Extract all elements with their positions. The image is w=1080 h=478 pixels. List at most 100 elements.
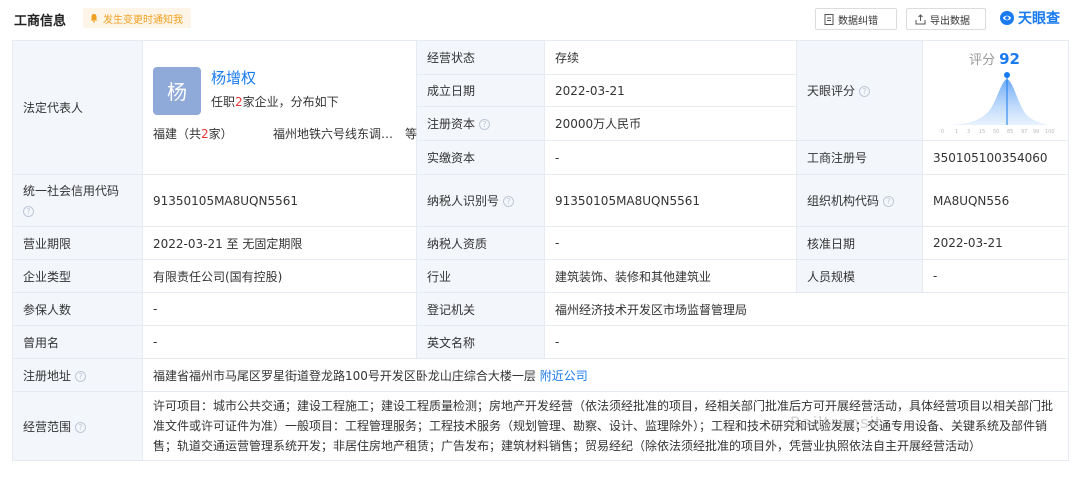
industry-label: 行业 (416, 259, 545, 293)
address-label-cell: 注册地址? (12, 358, 143, 392)
table-row: 曾用名 - 英文名称 - (12, 325, 1069, 359)
score-marker-dot (1004, 72, 1010, 78)
scope-label-cell: 经营范围? (12, 391, 143, 461)
address-cell: 福建省福州市马尾区罗星街道登龙路100号开发区卧龙山庄综合大楼一层 附近公司 (142, 358, 1069, 392)
term-label: 营业期限 (12, 226, 143, 260)
axis-tick: 100 (1045, 129, 1055, 135)
help-icon[interactable]: ? (75, 370, 87, 382)
data-correction-label: 数据纠错 (838, 15, 878, 27)
tianyancha-logo-icon (1000, 11, 1014, 25)
scope-value: 许可项目：城市公共交通；建设工程施工；建设工程质量检测；房地产开发经营（依法须经… (142, 391, 1069, 461)
estab-date-value: 2022-03-21 (544, 74, 797, 107)
legal-rep-province[interactable]: 福建（共2家） (153, 125, 233, 142)
org-code-label: 组织机构代码 (807, 194, 880, 208)
legal-rep-more[interactable]: 等 (405, 125, 417, 142)
axis-tick: 1 (955, 129, 958, 135)
score-curve (941, 79, 1053, 125)
credit-code-label-cell: 统一社会信用代码? (12, 174, 143, 227)
credit-code-value: 91350105MA8UQN5561 (142, 174, 417, 227)
legal-rep-label: 法定代表人 (12, 40, 143, 175)
business-info-table: 法定代表人 杨 杨增权 任职2家企业，分布如下 福建（共2家） 福州地铁六号线东… (12, 40, 1069, 461)
table-row: 法定代表人 杨 杨增权 任职2家企业，分布如下 福建（共2家） 福州地铁六号线东… (12, 40, 1069, 175)
province-suffix: 家） (208, 126, 233, 141)
axis-tick: 85 (1007, 129, 1013, 135)
help-icon[interactable]: ? (883, 196, 895, 207)
approve-date-label: 核准日期 (796, 226, 923, 260)
table-row: 参保人数 - 登记机关 福州经济技术开发区市场监督管理局 (12, 292, 1069, 326)
province-count: 2 (201, 126, 209, 141)
summary-count: 2 (235, 94, 243, 109)
insured-value: - (142, 292, 417, 326)
org-code-label-cell: 组织机构代码? (796, 174, 923, 227)
staff-size-label: 人员规模 (796, 259, 923, 293)
approve-date-value: 2022-03-21 (922, 226, 1069, 260)
estab-date-label: 成立日期 (416, 74, 545, 107)
score-label: 天眼评分 (807, 84, 856, 98)
insured-label: 参保人数 (12, 292, 143, 326)
summary-prefix: 任职 (211, 94, 236, 109)
taxpayer-id-value: 91350105MA8UQN5561 (544, 174, 797, 227)
reg-no-value: 350105100354060 (922, 140, 1069, 175)
help-icon[interactable]: ? (859, 86, 871, 97)
org-code-value: MA8UQN556 (922, 174, 1069, 227)
authority-label: 登记机关 (416, 292, 545, 326)
taxpayer-id-label: 纳税人识别号 (427, 194, 500, 208)
company-type-value: 有限责任公司(国有控股) (142, 259, 417, 293)
axis-tick: 3 (967, 129, 970, 135)
score-cell: 评分 92 0 1 3 15 50 85 97 99 100 (922, 40, 1069, 141)
english-name-label: 英文名称 (416, 325, 545, 359)
axis-tick: 0 (941, 129, 944, 135)
table-row: 注册地址? 福建省福州市马尾区罗星街道登龙路100号开发区卧龙山庄综合大楼一层 … (12, 358, 1069, 392)
export-icon (915, 13, 926, 24)
export-data-label: 导出数据 (930, 15, 970, 27)
province-prefix: 福建（共 (153, 126, 202, 141)
notify-toggle[interactable]: 发生变更时通知我 (83, 8, 191, 28)
bell-icon (90, 14, 98, 23)
score-axis: 0 1 3 15 50 85 97 99 100 (941, 129, 1055, 135)
english-name-value: - (544, 325, 1069, 359)
reg-capital-value: 20000万人民币 (544, 106, 797, 141)
score-distribution-chart: 0 1 3 15 50 85 97 99 100 (941, 72, 1055, 135)
staff-size-value: - (922, 259, 1069, 293)
paid-capital-label: 实缴资本 (416, 140, 545, 175)
help-icon[interactable]: ? (75, 421, 87, 433)
legal-rep-name[interactable]: 杨增权 (211, 67, 256, 88)
reg-capital-label: 注册资本 (427, 117, 476, 131)
section-title: 工商信息 (14, 14, 67, 29)
help-icon[interactable]: ? (479, 119, 491, 130)
table-row: 经营范围? 许可项目：城市公共交通；建设工程施工；建设工程质量检测；房地产开发经… (12, 391, 1069, 461)
taxpayer-qual-label: 纳税人资质 (416, 226, 545, 260)
axis-tick: 15 (979, 129, 985, 135)
help-icon[interactable]: ? (23, 205, 34, 217)
data-correction-button[interactable]: 数据纠错 (815, 8, 897, 30)
score-label-cell: 天眼评分? (796, 40, 923, 141)
avatar: 杨 (153, 66, 201, 115)
brand-name: 天眼查 (1018, 11, 1060, 27)
former-name-label: 曾用名 (12, 325, 143, 359)
watermark: Railtransit (790, 413, 883, 432)
industry-value: 建筑装饰、装修和其他建筑业 (544, 259, 797, 293)
legal-rep-company[interactable]: 福州地铁六号线东调… (273, 125, 393, 142)
address-label: 注册地址 (23, 368, 72, 383)
address-value: 福建省福州市马尾区罗星街道登龙路100号开发区卧龙山庄综合大楼一层 (153, 368, 536, 383)
reg-no-label: 工商注册号 (796, 140, 923, 175)
summary-suffix: 家企业，分布如下 (242, 94, 339, 109)
table-row: 营业期限 2022-03-21 至 无固定期限 纳税人资质 - 核准日期 202… (12, 226, 1069, 260)
status-label: 经营状态 (416, 40, 545, 75)
help-icon[interactable]: ? (503, 196, 515, 207)
axis-tick: 99 (1033, 129, 1039, 135)
axis-tick: 50 (993, 129, 999, 135)
paid-capital-value: - (544, 140, 797, 175)
export-data-button[interactable]: 导出数据 (906, 8, 986, 30)
table-row: 统一社会信用代码? 91350105MA8UQN5561 纳税人识别号? 913… (12, 174, 1069, 227)
credit-code-label: 统一社会信用代码 (23, 183, 120, 198)
document-icon (824, 13, 834, 25)
taxpayer-id-label-cell: 纳税人识别号? (416, 174, 545, 227)
former-name-value: - (142, 325, 417, 359)
authority-value: 福州经济技术开发区市场监督管理局 (544, 292, 1069, 326)
legal-rep-summary: 任职2家企业，分布如下 (211, 93, 339, 110)
term-value: 2022-03-21 至 无固定期限 (142, 226, 417, 260)
axis-tick: 97 (1021, 129, 1027, 135)
nearby-companies-link[interactable]: 附近公司 (540, 369, 588, 383)
status-value: 存续 (544, 40, 797, 75)
